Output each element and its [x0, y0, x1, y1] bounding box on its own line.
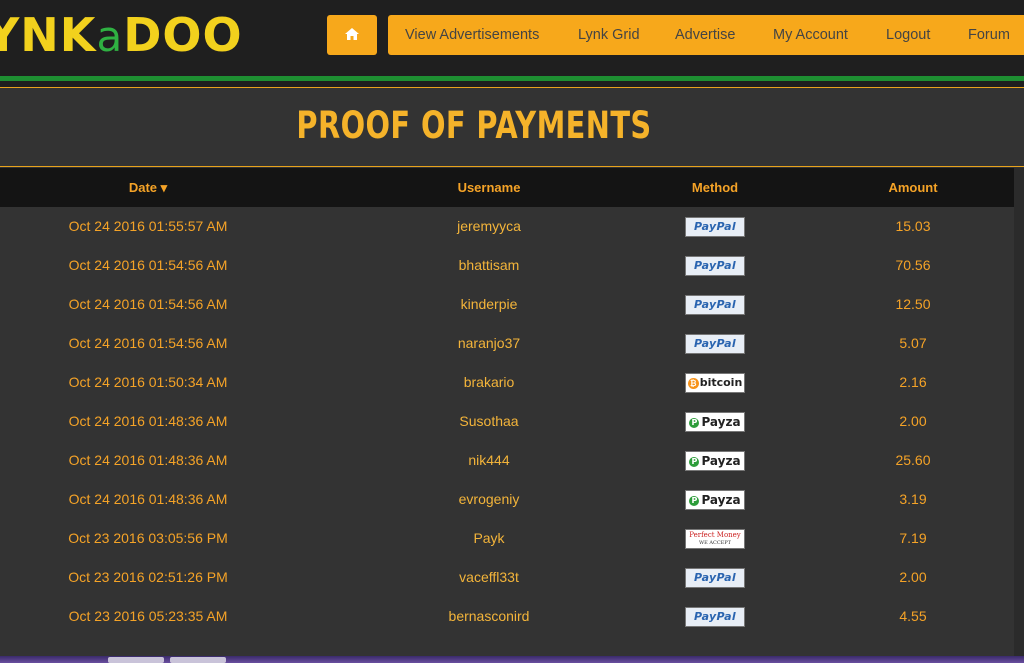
payment-amount: 3.19	[899, 491, 927, 507]
page-scrollbar[interactable]	[1014, 168, 1024, 656]
paypal-logo-icon: PayPal	[685, 568, 745, 588]
taskbar-button[interactable]	[170, 657, 226, 663]
payment-username: jeremyyca	[457, 218, 521, 234]
table-row: Oct 24 2016 01:54:56 AM naranjo37 5.07 PayP…	[0, 324, 1014, 363]
table-row: Oct 24 2016 01:48:36 AM Susothaa 2.00 P Payz…	[0, 402, 1014, 441]
payment-username: naranjo37	[457, 335, 521, 351]
nav-forum[interactable]: Forum	[968, 15, 1010, 55]
payment-username: brakario	[463, 374, 515, 390]
logo-text-2: a	[96, 12, 124, 61]
nav-lynk-grid[interactable]: Lynk Grid	[578, 15, 640, 55]
os-taskbar	[0, 656, 1024, 663]
nav-my-account[interactable]: My Account	[773, 15, 848, 55]
table-row: Oct 24 2016 01:54:56 AM kinderpie 12.50 Pay…	[0, 285, 1014, 324]
logo-text-1: YNK	[0, 8, 97, 62]
payment-date: Oct 24 2016 01:54:56 AM	[68, 257, 228, 273]
payment-amount: 7.19	[899, 530, 927, 546]
payza-logo-icon: P Payza	[685, 490, 745, 510]
perfect-money-logo-icon: Perfect Money WE ACCEPT	[685, 529, 745, 549]
payment-amount: 2.00	[899, 413, 927, 429]
payment-username: nik444	[468, 452, 510, 468]
payment-username: Susothaa	[459, 413, 519, 429]
top-header: YNKaDOO View Advertisements Lynk Grid Ad…	[0, 0, 1024, 76]
payments-table-body: Oct 24 2016 01:55:57 AM jeremyyca 15.03 Pay…	[0, 207, 1014, 636]
column-header-username[interactable]: Username	[389, 168, 589, 207]
payment-username: kinderpie	[460, 296, 518, 312]
payment-date: Oct 24 2016 01:48:36 AM	[68, 452, 228, 468]
table-row: Oct 24 2016 01:50:34 AM brakario 2.16 ₿ bitc…	[0, 363, 1014, 402]
page-title: PROOF OF PAYMENTS	[296, 104, 652, 147]
payment-date: Oct 24 2016 01:54:56 AM	[68, 335, 228, 351]
payment-username: evrogeniy	[458, 491, 520, 507]
payment-username: bernasconird	[448, 608, 530, 624]
title-divider	[0, 166, 1024, 167]
payment-amount: 25.60	[895, 452, 931, 468]
table-row: Oct 23 2016 05:23:35 AM bernasconird 4.55 P…	[0, 597, 1014, 636]
header-orange-divider	[0, 87, 1024, 88]
column-header-amount[interactable]: Amount	[813, 168, 1013, 207]
paypal-logo-icon: PayPal	[685, 256, 745, 276]
payment-username: vaceffl33t	[459, 569, 519, 585]
column-header-method[interactable]: Method	[615, 168, 815, 207]
table-header: Date ▾ Username Method Amount	[0, 168, 1014, 207]
payment-date: Oct 23 2016 05:23:35 AM	[68, 608, 228, 624]
payment-amount: 2.00	[899, 569, 927, 585]
payment-amount: 70.56	[895, 257, 931, 273]
paypal-logo-icon: PayPal	[685, 217, 745, 237]
column-header-date[interactable]: Date ▾	[48, 168, 248, 207]
logo-text-3: DOO	[123, 8, 243, 62]
payment-date: Oct 23 2016 02:51:26 PM	[68, 569, 228, 585]
payment-amount: 5.07	[899, 335, 927, 351]
nav-view-advertisements[interactable]: View Advertisements	[405, 15, 539, 55]
payment-amount: 15.03	[895, 218, 931, 234]
taskbar-button[interactable]	[108, 657, 164, 663]
nav-logout[interactable]: Logout	[886, 15, 930, 55]
home-icon	[345, 28, 359, 40]
payment-date: Oct 24 2016 01:54:56 AM	[68, 296, 228, 312]
payment-amount: 2.16	[899, 374, 927, 390]
site-logo[interactable]: YNKaDOO	[0, 8, 243, 62]
table-row: Oct 24 2016 01:48:36 AM nik444 25.60 P Payza	[0, 441, 1014, 480]
payment-date: Oct 23 2016 03:05:56 PM	[68, 530, 228, 546]
payment-date: Oct 24 2016 01:55:57 AM	[68, 218, 228, 234]
table-row: Oct 24 2016 01:48:36 AM evrogeniy 3.19 P Pay…	[0, 480, 1014, 519]
payment-amount: 12.50	[895, 296, 931, 312]
payza-logo-icon: P Payza	[685, 412, 745, 432]
payza-logo-icon: P Payza	[685, 451, 745, 471]
payment-date: Oct 24 2016 01:50:34 AM	[68, 374, 228, 390]
paypal-logo-icon: PayPal	[685, 295, 745, 315]
payment-date: Oct 24 2016 01:48:36 AM	[68, 491, 228, 507]
paypal-logo-icon: PayPal	[685, 607, 745, 627]
table-row: Oct 24 2016 01:54:56 AM bhattisam 70.56 Pay…	[0, 246, 1014, 285]
bitcoin-logo-icon: ₿ bitcoin	[685, 373, 745, 393]
nav-advertise[interactable]: Advertise	[675, 15, 735, 55]
main-nav: View Advertisements Lynk Grid Advertise …	[388, 15, 1024, 55]
payment-username: Payk	[473, 530, 505, 546]
table-row: Oct 23 2016 03:05:56 PM Payk 7.19 Perfect M…	[0, 519, 1014, 558]
table-row: Oct 24 2016 01:55:57 AM jeremyyca 15.03 Pay…	[0, 207, 1014, 246]
payment-amount: 4.55	[899, 608, 927, 624]
paypal-logo-icon: PayPal	[685, 334, 745, 354]
home-button[interactable]	[327, 15, 377, 55]
table-row: Oct 23 2016 02:51:26 PM vaceffl33t 2.00 Pay…	[0, 558, 1014, 597]
payment-username: bhattisam	[458, 257, 520, 273]
payment-date: Oct 24 2016 01:48:36 AM	[68, 413, 228, 429]
